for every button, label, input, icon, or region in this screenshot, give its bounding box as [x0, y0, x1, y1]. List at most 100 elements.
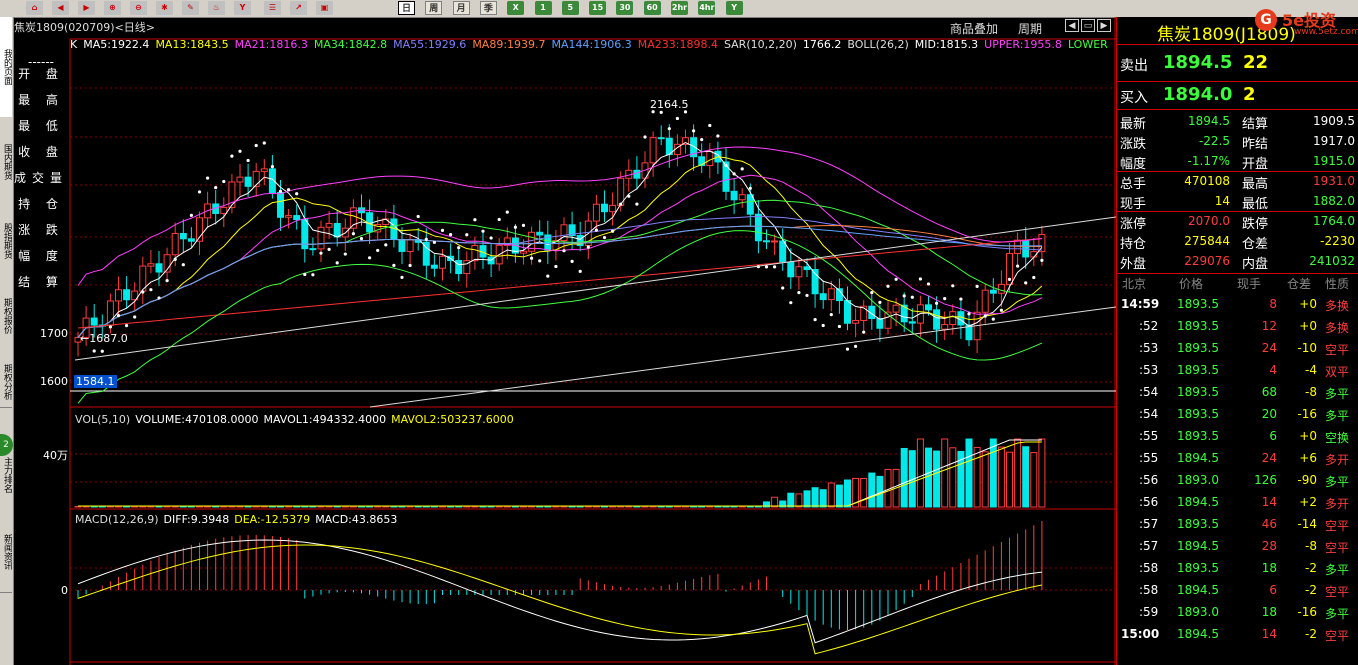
- back-icon[interactable]: ◀: [52, 1, 69, 15]
- home-icon[interactable]: ⌂: [26, 1, 43, 15]
- brush-icon[interactable]: ♨: [208, 1, 225, 15]
- tick-icon[interactable]: ▣: [316, 1, 333, 15]
- sar-dot: [594, 228, 599, 232]
- period-60-button[interactable]: 60: [643, 1, 661, 15]
- zoom-out-icon[interactable]: ⊖: [130, 1, 147, 15]
- tick-time: :55: [1139, 429, 1159, 443]
- tick-volume: 14: [1261, 627, 1277, 641]
- candle-body: [787, 261, 795, 278]
- vol-indicator-1: VOLUME:470108.0000: [135, 413, 259, 426]
- tick-time: :57: [1139, 517, 1159, 531]
- kline-chart[interactable]: [0, 17, 1116, 665]
- forward-icon[interactable]: ▶: [78, 1, 95, 15]
- sar-dot: [246, 158, 250, 163]
- period-日-button[interactable]: 日: [398, 1, 415, 15]
- period-1-button[interactable]: 1: [534, 1, 552, 15]
- volume-bar: [430, 505, 438, 508]
- period-季-button[interactable]: 季: [479, 1, 497, 15]
- list-icon[interactable]: ☰: [264, 1, 281, 15]
- period-5-button[interactable]: 5: [561, 1, 579, 15]
- panel-divider: [1117, 273, 1358, 274]
- volume-bar: [860, 477, 868, 508]
- sar-dot: [926, 282, 931, 286]
- quote-value-5b: 1764.0: [1313, 214, 1355, 228]
- tick-header-1: 价格: [1179, 277, 1204, 291]
- tick-volume: 28: [1261, 539, 1277, 553]
- tick-nature: 多平: [1325, 387, 1350, 401]
- tick-volume: 20: [1261, 407, 1277, 421]
- period-30-button[interactable]: 30: [616, 1, 634, 15]
- candle-body: [455, 259, 463, 275]
- tick-price: 1894.5: [1177, 539, 1219, 553]
- sar-dot: [635, 202, 639, 206]
- ohlc-label-2: 最 高: [18, 93, 64, 107]
- sar-dot: [1007, 277, 1012, 282]
- candle-body: [795, 266, 803, 278]
- sar-dot: [497, 217, 501, 222]
- candle-body: [989, 289, 997, 294]
- sar-dot: [295, 192, 299, 196]
- candle-body: [706, 150, 714, 167]
- candle-body: [309, 248, 317, 251]
- sar-dot: [1040, 258, 1044, 262]
- volume-bar: [609, 505, 617, 508]
- sar-dot: [440, 228, 445, 232]
- logo: G 5e投资 www.5etz.com: [1252, 3, 1358, 43]
- tick-nature: 多换: [1325, 321, 1350, 335]
- pen-icon[interactable]: ✎: [182, 1, 199, 15]
- sar-dot: [659, 110, 663, 114]
- ohlc-label-9: 结 算: [18, 275, 64, 289]
- tick-nature: 空换: [1325, 431, 1350, 445]
- period-4hr-button[interactable]: 4hr: [698, 1, 716, 15]
- tick-nature: 多平: [1325, 607, 1350, 621]
- volume-bar: [827, 482, 835, 508]
- sar-dot: [870, 291, 874, 295]
- quote-value-3a: 470108: [1184, 174, 1230, 188]
- tick-header-3: 仓差: [1287, 277, 1312, 291]
- sar-dot: [449, 233, 453, 237]
- candle-body: [609, 204, 617, 213]
- quote-panel: 焦炭1809(J1809) 卖出 1894.5 22 买入 1894.0 2 最新 1894.…: [1116, 17, 1358, 665]
- chart-icon[interactable]: ↗: [290, 1, 307, 15]
- panel-divider: [1117, 211, 1358, 212]
- volume-bar: [1006, 451, 1013, 508]
- sar-dot: [732, 172, 736, 176]
- period-周-button[interactable]: 周: [425, 1, 443, 15]
- sar-dot: [797, 291, 801, 295]
- period-15-button[interactable]: 15: [589, 1, 607, 15]
- sar-dot: [554, 264, 558, 269]
- zoom-in-icon[interactable]: ⊕: [104, 1, 121, 15]
- sar-dot: [716, 134, 720, 138]
- sar-dot: [959, 297, 963, 301]
- volume-bar: [949, 447, 957, 508]
- candle-body: [852, 319, 860, 324]
- sar-dot: [619, 202, 623, 206]
- period-X-button[interactable]: X: [507, 1, 525, 15]
- period-月-button[interactable]: 月: [452, 1, 470, 15]
- sar-dot: [975, 284, 979, 288]
- sar-dot: [740, 167, 744, 171]
- y-label-1600: 1600: [40, 375, 68, 388]
- candle-body: [317, 226, 325, 250]
- sar-dot: [287, 188, 291, 192]
- tick-oi-change: -8: [1305, 539, 1317, 553]
- quote-value-0a: 1894.5: [1188, 114, 1230, 128]
- candle-body: [236, 176, 244, 183]
- candle-body: [754, 213, 762, 242]
- sar-dot: [538, 259, 542, 263]
- candle-body: [123, 289, 131, 301]
- cup-icon[interactable]: Y: [234, 1, 251, 15]
- sar-dot: [343, 252, 347, 256]
- candle-body: [398, 238, 406, 252]
- sar-dot: [457, 246, 461, 250]
- tick-oi-change: -16: [1297, 605, 1317, 619]
- period-Y-button[interactable]: Y: [725, 1, 743, 15]
- settings-icon[interactable]: ✱: [156, 1, 173, 15]
- low-annotation: ←1687.0: [80, 332, 128, 345]
- sar-dot: [1024, 281, 1028, 285]
- tick-price: 1894.5: [1177, 583, 1219, 597]
- period-2hr-button[interactable]: 2hr: [671, 1, 688, 15]
- sar-dot: [724, 163, 728, 168]
- tick-price: 1893.5: [1177, 385, 1219, 399]
- sar-dot: [700, 138, 704, 142]
